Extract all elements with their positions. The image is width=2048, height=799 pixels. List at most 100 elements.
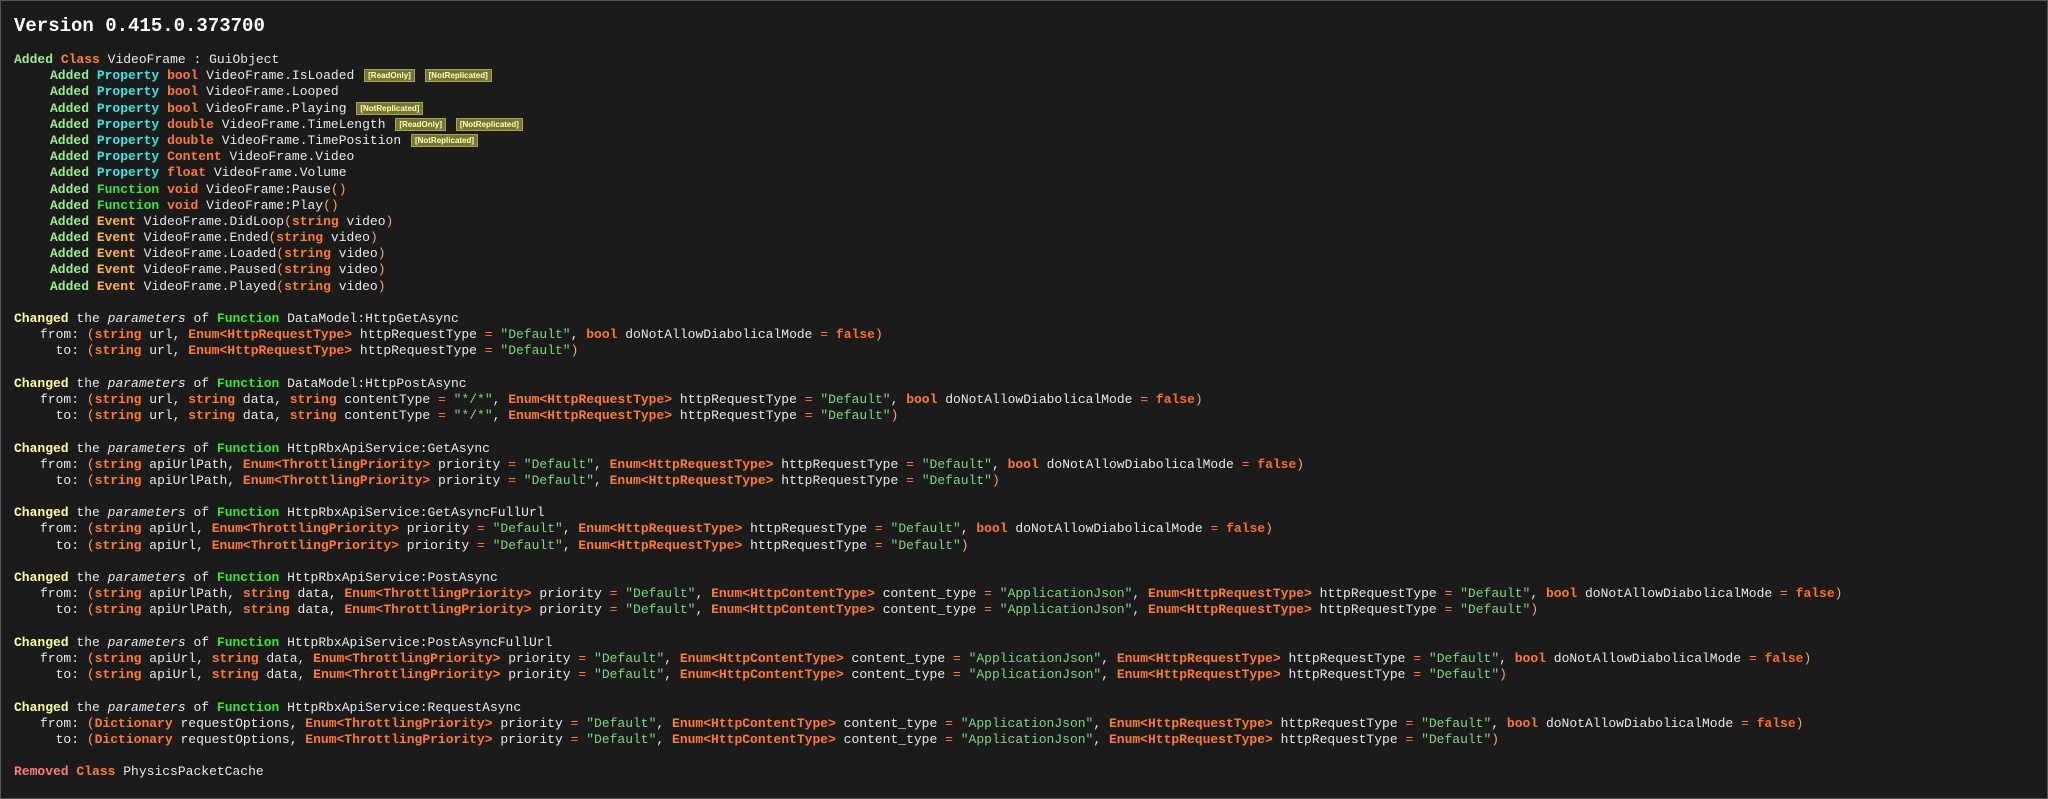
to-label: to: (40, 472, 80, 488)
param-type: bool (1514, 650, 1546, 666)
function-name: HttpRbxApiService:GetAsync (287, 440, 490, 456)
verb-label: Changed (14, 570, 69, 585)
param-type: string (94, 472, 142, 488)
param-type: string (94, 327, 142, 343)
param-name: doNotAllowDiabolicalMode (1046, 456, 1234, 472)
param-type: Dictionary (94, 731, 173, 747)
function-name: DataModel:HttpPostAsync (287, 375, 467, 391)
member-type: float (167, 165, 207, 181)
param-type: Enum<ThrottlingPriority> (305, 715, 493, 731)
inherit-separator: : (185, 52, 210, 67)
param-type: string (94, 586, 142, 602)
param-name: apiUrl (149, 521, 197, 537)
paren-close: ) (377, 262, 386, 278)
kind-label: Function (216, 311, 280, 326)
changed-function-line: Changed the parameters of Function HttpR… (14, 635, 2044, 651)
equals-sign: = (1405, 715, 1414, 731)
param-name: httpRequestType (1280, 731, 1398, 747)
word-the: the (76, 699, 100, 715)
kind-label: Function (216, 505, 280, 521)
param-default: "Default" (1428, 650, 1500, 666)
paren-open: ( (86, 472, 95, 488)
changed-function-line: Changed the parameters of Function HttpR… (14, 441, 2044, 457)
word-parameters: parameters (107, 311, 186, 326)
param-type: string (289, 408, 337, 424)
verb-label: Added (50, 262, 90, 278)
removed-class-line: Removed Class PhysicsPacketCache (14, 764, 2044, 780)
param-default: "Default" (1428, 667, 1500, 683)
param-name: httpRequestType (1280, 715, 1398, 731)
kind-label: Function (216, 375, 280, 391)
param-name: content_type (851, 667, 946, 683)
member-line: Added Property double VideoFrame.TimeLen… (14, 117, 2044, 133)
kind-label: Event (96, 230, 136, 246)
param-name: priority (500, 715, 563, 731)
param-default: false (1795, 586, 1835, 602)
word-parameters: parameters (107, 570, 186, 585)
param-type: bool (906, 391, 938, 407)
word-of: of (193, 634, 210, 650)
paren-close: ) (570, 343, 579, 359)
param-name: apiUrlPath (149, 586, 228, 602)
param-type: string (242, 586, 290, 602)
param-name: content_type (843, 715, 938, 731)
param-type: Enum<HttpRequestType> (188, 327, 353, 343)
param-type: string (94, 602, 142, 618)
param-type: string (94, 343, 142, 359)
changed-function-line: Changed the parameters of Function HttpR… (14, 700, 2044, 716)
param-default: "Default" (523, 456, 595, 472)
changelog-panel: Version 0.415.0.373700 Added Class Video… (0, 0, 2048, 799)
class-name: PhysicsPacketCache (123, 764, 264, 780)
param-default: false (1226, 521, 1266, 537)
word-the: the (76, 570, 100, 585)
param-type: string (94, 391, 142, 407)
params-to-line: to: (string url, Enum<HttpRequestType> h… (40, 343, 579, 359)
param-default: "Default" (492, 521, 563, 537)
param-default: "Default" (921, 472, 992, 488)
param-type: Enum<HttpContentType> (711, 586, 875, 602)
param-type: Enum<HttpContentType> (711, 602, 875, 618)
param-type: string (94, 537, 142, 553)
param-default: false (1257, 456, 1297, 472)
word-the: the (76, 634, 100, 650)
equals-sign: = (1210, 521, 1219, 537)
base-class-name: GuiObject (209, 52, 280, 67)
param-default: "Default" (500, 327, 571, 343)
param-name: doNotAllowDiabolicalMode (1584, 586, 1773, 602)
verb-label: Added (50, 213, 90, 229)
param-type: string (276, 230, 324, 246)
kind-label: Function (216, 570, 280, 585)
function-name: HttpRbxApiService:RequestAsync (287, 699, 522, 715)
verb-label: Added (14, 52, 54, 67)
paren-open: ( (276, 262, 285, 278)
member-line: Added Property Content VideoFrame.Video (14, 149, 2044, 165)
member-name: VideoFrame.Paused (143, 262, 277, 278)
params-to-line: to: (string apiUrl, string data, Enum<Th… (40, 667, 1507, 683)
param-name: data (297, 586, 329, 602)
param-default: "Default" (625, 602, 696, 618)
params-to-line: to: (Dictionary requestOptions, Enum<Thr… (40, 731, 1500, 747)
params-from-line: from: (string url, string data, string c… (40, 391, 1203, 407)
kind-label: Function (216, 440, 280, 456)
equals-sign: = (578, 650, 587, 666)
param-name: video (338, 246, 378, 262)
member-tag-badge: [ReadOnly] (395, 117, 446, 131)
function-name: HttpRbxApiService:PostAsyncFullUrl (287, 634, 553, 650)
paren-close: ) (1834, 586, 1843, 602)
param-default: "Default" (492, 537, 563, 553)
param-default: false (835, 327, 875, 343)
kind-label: Event (96, 278, 136, 294)
kind-label: Class (60, 52, 100, 67)
paren-close: ) (1265, 521, 1273, 537)
param-type: Enum<HttpRequestType> (508, 391, 673, 407)
kind-label: Event (96, 262, 136, 278)
kind-label: Property (96, 132, 160, 148)
changelog-body: Added Class VideoFrame : GuiObject Added … (14, 52, 2044, 780)
param-default: "Default" (523, 472, 595, 488)
param-default: "ApplicationJson" (968, 667, 1102, 683)
function-name: DataModel:HttpGetAsync (287, 311, 459, 326)
param-name: priority (539, 602, 602, 618)
param-type: string (94, 667, 142, 683)
param-type: string (289, 391, 337, 407)
